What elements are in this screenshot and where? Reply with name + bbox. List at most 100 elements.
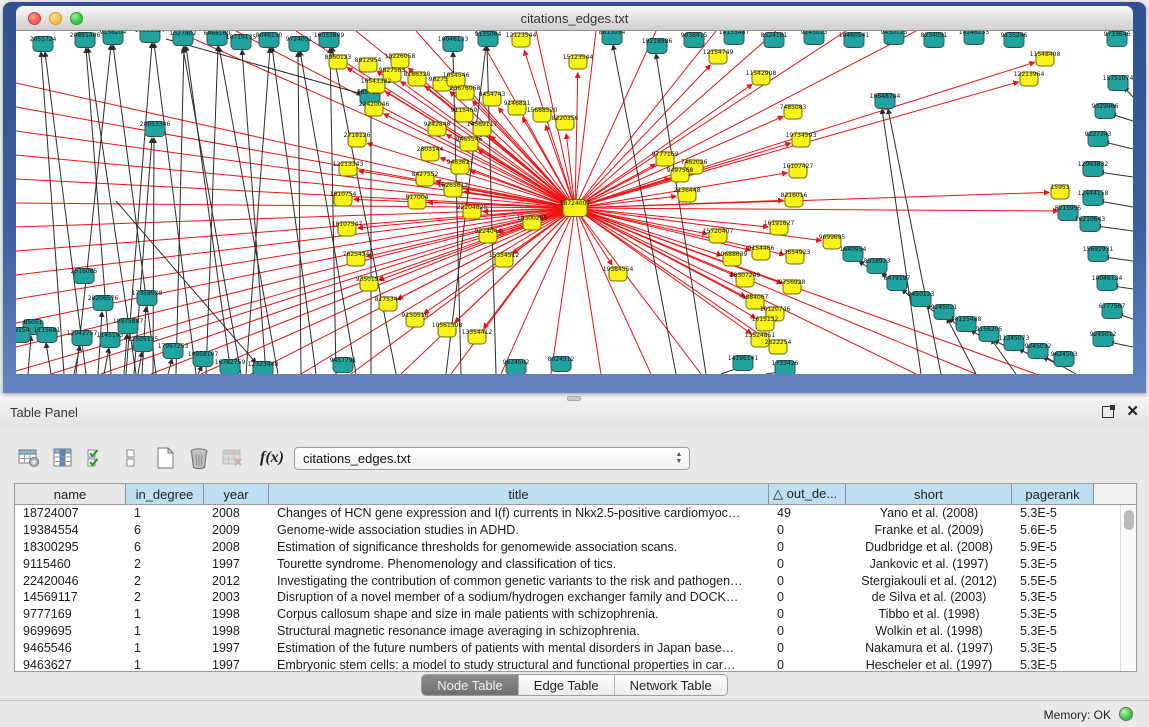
cell-short[interactable]: Nakamura et al. (1997): [846, 639, 1012, 656]
cell-in_degree[interactable]: 1: [126, 656, 204, 671]
cell-pagerank[interactable]: 5.9E-5: [1012, 539, 1094, 556]
cell-in_degree[interactable]: 6: [126, 539, 204, 556]
cell-out_de[interactable]: 0: [769, 606, 846, 623]
graph-edge-black[interactable]: [330, 48, 336, 374]
table-row[interactable]: 969969511998Structural magnetic resonanc…: [15, 623, 1136, 640]
cell-short[interactable]: Hescheler et al. (1997): [846, 656, 1012, 671]
graph-edge-red[interactable]: [575, 208, 707, 234]
cell-title[interactable]: Embryonic stem cells: a model to study s…: [269, 656, 769, 671]
cell-name[interactable]: 18300295: [15, 539, 126, 556]
cell-out_de[interactable]: 49: [769, 505, 846, 522]
cell-year[interactable]: 2009: [204, 522, 269, 539]
graph-edge-black[interactable]: [176, 46, 184, 374]
cell-short[interactable]: Dudbridge et al. (2008): [846, 539, 1012, 556]
clear-selection-button[interactable]: [116, 443, 146, 473]
cell-pagerank[interactable]: 5.3E-5: [1012, 656, 1094, 671]
cell-name[interactable]: 9699695: [15, 623, 126, 640]
cell-short[interactable]: de Silva et al. (2003): [846, 589, 1012, 606]
network-window-titlebar[interactable]: citations_edges.txt: [16, 6, 1133, 31]
graph-edge-black[interactable]: [41, 52, 64, 374]
graph-edge-black[interactable]: [1099, 172, 1133, 177]
graph-edge-black[interactable]: [300, 51, 356, 374]
cell-name[interactable]: 14569117: [15, 589, 126, 606]
tab-edge-table[interactable]: Edge Table: [519, 675, 615, 695]
cell-year[interactable]: 2012: [204, 572, 269, 589]
cell-name[interactable]: 22420046: [15, 572, 126, 589]
table-settings-button[interactable]: [14, 443, 44, 473]
cell-pagerank[interactable]: 5.3E-5: [1012, 623, 1094, 640]
cell-out_de[interactable]: 0: [769, 555, 846, 572]
graph-edge-red[interactable]: [575, 208, 651, 374]
graph-edge-black[interactable]: [888, 109, 941, 374]
cell-short[interactable]: Yano et al. (2008): [846, 505, 1012, 522]
cell-title[interactable]: Investigating the contribution of common…: [269, 572, 769, 589]
cell-in_degree[interactable]: 6: [126, 522, 204, 539]
cell-out_de[interactable]: 0: [769, 623, 846, 640]
table-row[interactable]: 977716911998Corpus callosum shape and si…: [15, 606, 1136, 623]
tab-node-table[interactable]: Node Table: [422, 675, 519, 695]
table-row[interactable]: 1830029562008Estimation of significance …: [15, 539, 1136, 556]
zoom-window-icon[interactable]: [70, 12, 83, 25]
cell-short[interactable]: Jankovic et al. (1997): [846, 555, 1012, 572]
table-row[interactable]: 1456911722003Disruption of a novel membe…: [15, 589, 1136, 606]
graph-edge-black[interactable]: [219, 47, 278, 374]
graph-edge-red[interactable]: [575, 208, 601, 374]
graph-edge-black[interactable]: [198, 366, 202, 374]
network-canvas[interactable]: 2055724208914069156204106533271527802646…: [16, 31, 1133, 374]
network-graph[interactable]: 2055724208914069156204106533271527802646…: [16, 31, 1133, 374]
cell-short[interactable]: Tibbo et al. (1998): [846, 606, 1012, 623]
cell-title[interactable]: Estimation of the future numbers of pati…: [269, 639, 769, 656]
cell-year[interactable]: 2008: [204, 539, 269, 556]
select-all-button[interactable]: [82, 443, 112, 473]
graph-edge-red[interactable]: [575, 208, 916, 374]
cell-pagerank[interactable]: 5.3E-5: [1012, 606, 1094, 623]
table-row[interactable]: 946554611997Estimation of the future num…: [15, 639, 1136, 656]
graph-edge-black[interactable]: [45, 52, 86, 374]
cell-short[interactable]: Franke et al. (2009): [846, 522, 1012, 539]
cell-title[interactable]: Structural magnetic resonance image aver…: [269, 623, 769, 640]
cell-in_degree[interactable]: 1: [126, 639, 204, 656]
function-builder-icon[interactable]: f(x): [260, 449, 284, 467]
graph-edge-black[interactable]: [613, 45, 676, 374]
cell-name[interactable]: 19384554: [15, 522, 126, 539]
graph-edge-black[interactable]: [183, 48, 241, 374]
cell-out_de[interactable]: 0: [769, 656, 846, 671]
graph-edge-black[interactable]: [104, 348, 109, 374]
graph-edge-black[interactable]: [298, 52, 301, 374]
table-row[interactable]: 946362711997Embryonic stem cells: a mode…: [15, 656, 1136, 671]
cell-out_de[interactable]: 0: [769, 589, 846, 606]
new-file-icon[interactable]: [150, 443, 180, 473]
cell-title[interactable]: Genome-wide association studies in ADHD.: [269, 522, 769, 539]
cell-year[interactable]: 2008: [204, 505, 269, 522]
cell-in_degree[interactable]: 2: [126, 555, 204, 572]
cell-name[interactable]: 9777169: [15, 606, 126, 623]
cell-title[interactable]: Tourette syndrome. Phenomenology and cla…: [269, 555, 769, 572]
cell-title[interactable]: Estimation of significance thresholds fo…: [269, 539, 769, 556]
cell-pagerank[interactable]: 5.6E-5: [1012, 522, 1094, 539]
column-header-pagerank[interactable]: pagerank: [1012, 484, 1094, 504]
cell-title[interactable]: Corpus callosum shape and size in male p…: [269, 606, 769, 623]
cell-in_degree[interactable]: 1: [126, 505, 204, 522]
splitter-handle[interactable]: [567, 396, 581, 401]
cell-out_de[interactable]: 0: [769, 572, 846, 589]
cell-out_de[interactable]: 0: [769, 639, 846, 656]
table-row[interactable]: 911546021997Tourette syndrome. Phenomeno…: [15, 555, 1136, 572]
cell-title[interactable]: Disruption of a novel member of a sodium…: [269, 589, 769, 606]
graph-edge-black[interactable]: [1096, 226, 1133, 231]
delete-icon[interactable]: [184, 443, 214, 473]
minimize-window-icon[interactable]: [49, 12, 62, 25]
column-header-name[interactable]: name: [15, 484, 126, 504]
cell-pagerank[interactable]: 5.3E-5: [1012, 589, 1094, 606]
column-header-short[interactable]: short: [846, 484, 1012, 504]
graph-edge-black[interactable]: [1099, 201, 1133, 207]
cell-name[interactable]: 18724007: [15, 505, 126, 522]
cell-year[interactable]: 2003: [204, 589, 269, 606]
cell-year[interactable]: 1997: [204, 639, 269, 656]
cell-out_de[interactable]: 0: [769, 539, 846, 556]
cell-name[interactable]: 9463627: [15, 656, 126, 671]
cell-pagerank[interactable]: 5.3E-5: [1012, 555, 1094, 572]
cell-year[interactable]: 1998: [204, 606, 269, 623]
cell-pagerank[interactable]: 5.3E-5: [1012, 505, 1094, 522]
graph-edge-black[interactable]: [242, 50, 266, 374]
cell-out_de[interactable]: 0: [769, 522, 846, 539]
